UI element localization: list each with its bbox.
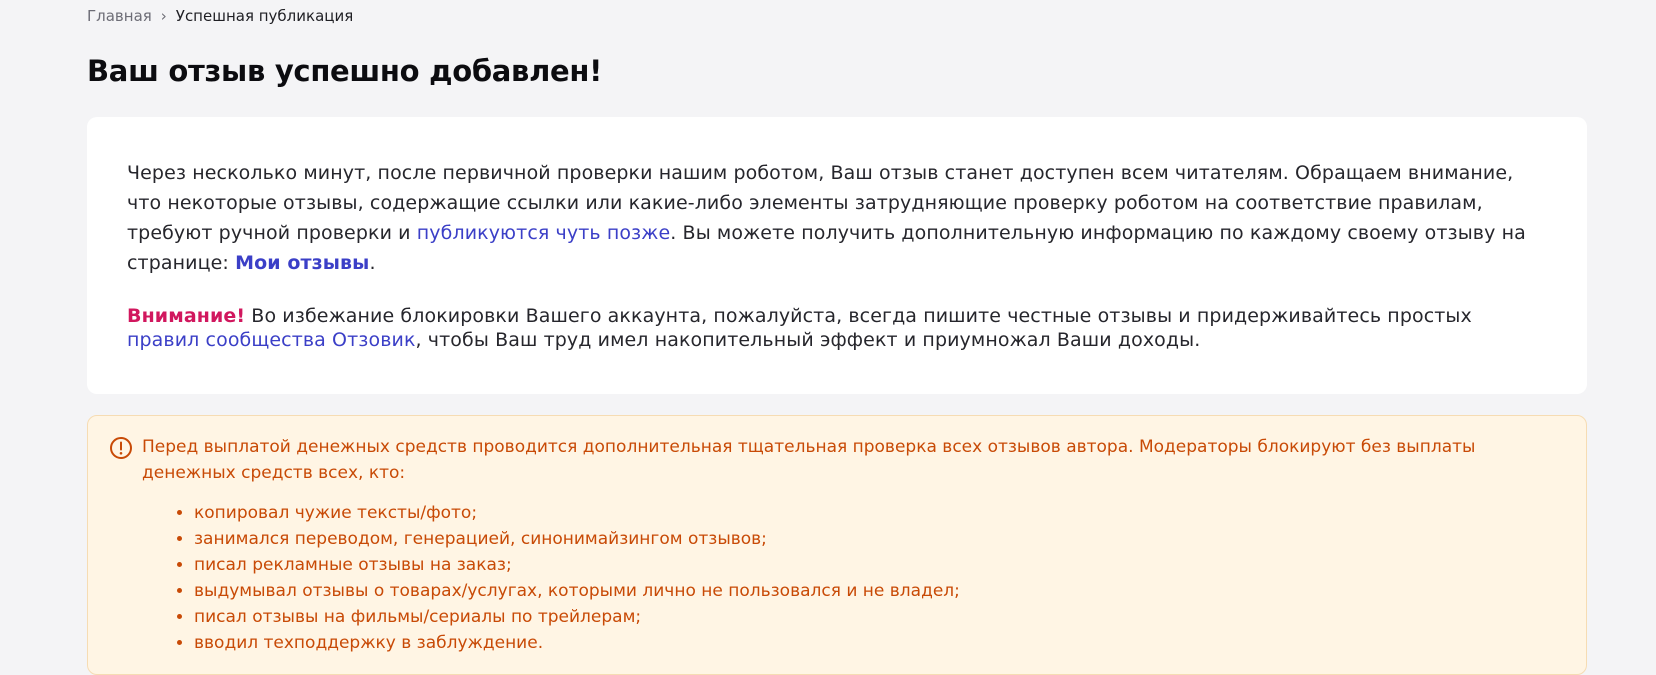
- warning-text-start: Во избежание блокировки Вашего аккаунта,…: [245, 305, 1472, 327]
- notice-text: Перед выплатой денежных средств проводит…: [142, 437, 1476, 483]
- warning-paragraph: Внимание! Во избежание блокировки Вашего…: [127, 304, 1547, 352]
- community-rules-link[interactable]: правил сообщества Отзовик: [127, 329, 416, 351]
- breadcrumb-current: Успешная публикация: [175, 7, 354, 25]
- list-item: писал отзывы на фильмы/сериалы по трейле…: [194, 604, 960, 630]
- list-item: копировал чужие тексты/фото;: [194, 500, 960, 526]
- warning-text-end: , чтобы Ваш труд имел накопительный эффе…: [415, 329, 1201, 351]
- info-text-end: .: [369, 252, 376, 274]
- list-item: выдумывал отзывы о товарах/услугах, кото…: [194, 578, 960, 604]
- list-item: занимался переводом, генерацией, синоним…: [194, 526, 960, 552]
- list-item: писал рекламные отзывы на заказ;: [194, 552, 960, 578]
- info-paragraph: Через несколько минут, после первичной п…: [127, 158, 1547, 278]
- breadcrumb-home-link[interactable]: Главная: [87, 7, 152, 25]
- warning-label: Внимание!: [127, 305, 246, 327]
- published-later-link[interactable]: публикуются чуть позже: [417, 222, 671, 244]
- breadcrumb-separator: ›: [160, 7, 167, 25]
- violations-list: копировал чужие тексты/фото; занимался п…: [167, 500, 960, 656]
- page-title: Ваш отзыв успешно добавлен!: [87, 54, 603, 88]
- breadcrumb: Главная › Успешная публикация: [87, 6, 353, 26]
- payout-notice: Перед выплатой денежных средств проводит…: [87, 415, 1587, 675]
- success-card: Через несколько минут, после первичной п…: [87, 117, 1587, 394]
- my-reviews-link[interactable]: Мои отзывы: [235, 252, 369, 274]
- list-item: вводил техподдержку в заблуждение.: [194, 630, 960, 656]
- exclamation-circle-icon: [109, 436, 133, 460]
